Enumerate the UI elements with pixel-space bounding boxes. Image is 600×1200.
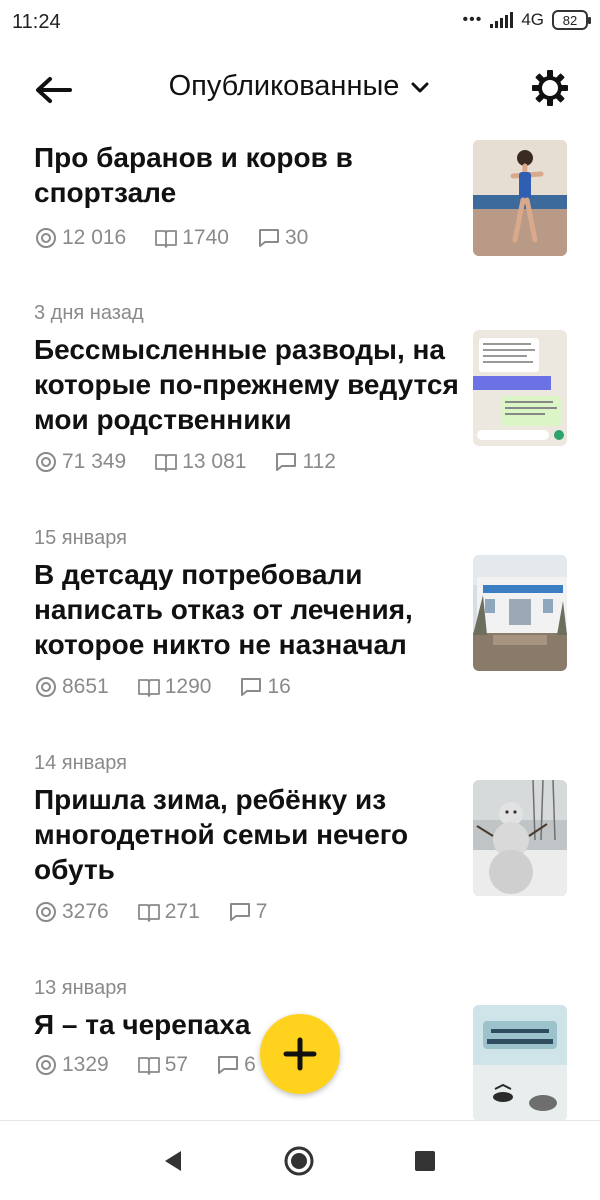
views-stat: 8651 (34, 675, 109, 699)
reads-count: 271 (164, 900, 200, 923)
notification-dots: ••• (462, 11, 483, 28)
nav-home-button[interactable] (283, 1145, 315, 1177)
comments-count: 7 (255, 900, 268, 923)
kindergarten-building-image (473, 555, 567, 671)
reads-count: 1740 (182, 226, 229, 249)
create-post-button[interactable] (260, 1014, 340, 1094)
reads-stat: 1740 (154, 226, 229, 250)
articles-feed[interactable]: Про баранов и коров в спортзале 12 016 1… (0, 134, 600, 1120)
turtle-illustration-image (473, 1005, 567, 1120)
settings-button[interactable] (530, 68, 570, 108)
article-date: 15 января (34, 527, 127, 549)
home-circle-icon (284, 1146, 314, 1176)
comment-icon (241, 678, 262, 696)
article-title[interactable]: Пришла зима, ребёнку из многодетной семь… (34, 782, 464, 887)
views-stat: 71 349 (34, 450, 126, 474)
views-stat: 1329 (34, 1053, 109, 1077)
comments-stat: 30 (257, 226, 308, 250)
article-date: 13 января (34, 977, 127, 999)
book-icon (137, 904, 160, 922)
article-title[interactable]: В детсаду потребовали написать отказ от … (34, 557, 464, 662)
article-stats: 3276 271 7 (34, 900, 267, 924)
comments-count: 30 (284, 226, 309, 249)
nav-recents-button[interactable] (409, 1145, 441, 1177)
reads-count: 13 081 (182, 450, 247, 473)
reads-stat: 13 081 (154, 450, 246, 474)
book-icon (137, 1057, 160, 1075)
system-navigation-bar (0, 1120, 600, 1200)
article-title[interactable]: Я – та черепаха (34, 1007, 464, 1042)
article-card[interactable]: 3 дня назад Бессмысленные разводы, на ко… (0, 298, 600, 498)
comments-count: 112 (302, 450, 336, 473)
network-type: 4G (521, 10, 544, 29)
battery-level: 82 (562, 12, 578, 28)
article-title[interactable]: Бессмысленные разводы, на которые по-пре… (34, 332, 464, 437)
eye-icon (36, 677, 56, 697)
recents-square-icon (415, 1151, 435, 1171)
plus-icon (283, 1037, 317, 1071)
snowman-image (473, 780, 567, 896)
status-time: 11:24 (12, 11, 61, 33)
comments-stat: 16 (239, 675, 291, 699)
comment-icon (218, 1056, 239, 1074)
nav-back-button[interactable] (157, 1145, 189, 1177)
article-stats: 12 016 1740 30 (34, 226, 308, 250)
comments-stat: 7 (228, 900, 268, 924)
book-icon (155, 454, 178, 472)
article-stats: 1329 57 6 (34, 1053, 256, 1077)
comments-stat: 6 (216, 1053, 256, 1077)
reads-count: 57 (164, 1053, 189, 1076)
battery-icon: 82 (552, 10, 591, 30)
back-triangle-icon (165, 1151, 181, 1171)
reads-stat: 57 (137, 1053, 188, 1077)
eye-icon (36, 902, 56, 922)
views-count: 8651 (62, 675, 109, 698)
comment-icon (229, 903, 250, 921)
eye-icon (36, 1055, 56, 1075)
gymnast-photo-image (473, 140, 567, 256)
book-icon (137, 679, 160, 697)
article-thumbnail[interactable] (473, 555, 567, 671)
book-icon (155, 230, 178, 248)
reads-stat: 271 (137, 900, 200, 924)
chevron-down-icon (411, 82, 429, 92)
views-count: 12 016 (62, 226, 127, 249)
top-app-bar: Опубликованные (0, 44, 600, 134)
gear-icon (532, 70, 568, 106)
publication-filter-dropdown[interactable]: Опубликованные (0, 70, 600, 103)
chat-screenshot-image (473, 330, 567, 446)
article-date: 14 января (34, 752, 127, 774)
reads-stat: 1290 (137, 675, 212, 699)
article-thumbnail[interactable] (473, 780, 567, 896)
comments-count: 16 (267, 675, 291, 698)
article-card[interactable]: 15 января В детсаду потребовали написать… (0, 523, 600, 723)
views-count: 3276 (62, 900, 109, 923)
comments-stat: 112 (274, 450, 336, 474)
comment-icon (258, 229, 279, 247)
comment-icon (276, 453, 297, 471)
status-indicators: ••• 4G 82 (462, 10, 591, 30)
article-title[interactable]: Про баранов и коров в спортзале (34, 140, 464, 210)
article-card[interactable]: 14 января Пришла зима, ребёнку из многод… (0, 748, 600, 948)
article-card[interactable]: Про баранов и коров в спортзале 12 016 1… (0, 134, 600, 274)
article-stats: 71 349 13 081 112 (34, 450, 336, 474)
article-thumbnail[interactable] (473, 140, 567, 256)
views-count: 1329 (62, 1053, 109, 1076)
status-bar: 11:24 ••• 4G 82 (0, 0, 600, 44)
article-thumbnail[interactable] (473, 1005, 567, 1120)
views-stat: 3276 (34, 900, 109, 924)
article-date: 3 дня назад (34, 302, 144, 324)
article-thumbnail[interactable] (473, 330, 567, 446)
comments-count: 6 (244, 1053, 256, 1076)
eye-icon (36, 228, 56, 248)
article-stats: 8651 1290 16 (34, 675, 291, 699)
views-stat: 12 016 (34, 226, 126, 250)
signal-icon (490, 12, 514, 28)
reads-count: 1290 (164, 675, 212, 698)
page-title: Опубликованные (168, 70, 400, 102)
views-count: 71 349 (62, 450, 127, 473)
eye-icon (36, 452, 56, 472)
